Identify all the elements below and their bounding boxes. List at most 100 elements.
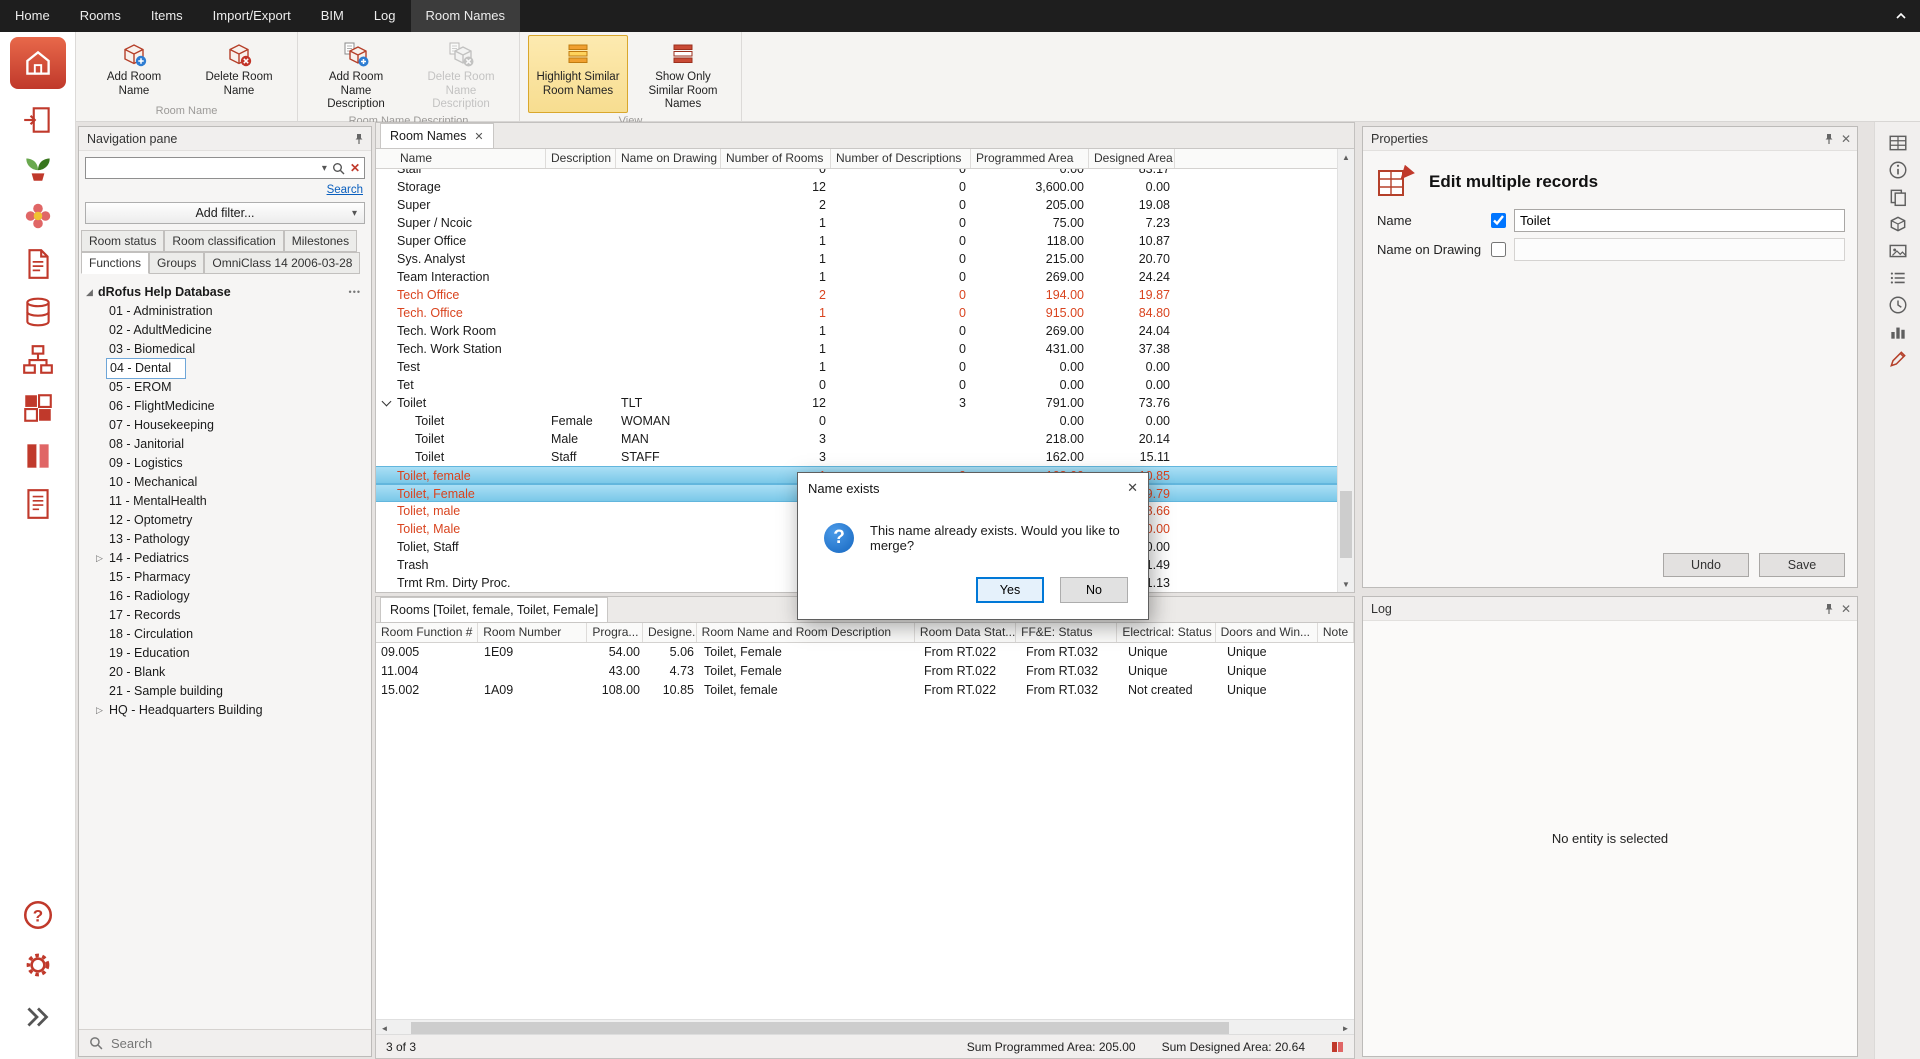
clock-icon[interactable] <box>1888 295 1908 315</box>
scrollbar-thumb[interactable] <box>1340 491 1352 558</box>
tree-item[interactable]: 12 - Optometry <box>79 511 371 530</box>
dialog-titlebar[interactable]: Name exists ✕ <box>798 473 1148 503</box>
tree-item[interactable]: 15 - Pharmacy <box>79 568 371 587</box>
table-row[interactable]: Tech Office 2 0 194.00 19.87 <box>376 286 1354 304</box>
tree-item[interactable]: 01 - Administration <box>79 302 371 321</box>
building-icon[interactable] <box>21 391 55 425</box>
chevron-down-icon[interactable]: ▾ <box>322 163 327 174</box>
flowchart-icon[interactable] <box>21 343 55 377</box>
scroll-up-icon[interactable]: ▲ <box>1338 149 1354 165</box>
column-header-number-of-descriptions[interactable]: Number of Descriptions <box>831 149 971 168</box>
edit-icon[interactable] <box>1888 349 1908 369</box>
grid-icon[interactable] <box>1888 133 1908 153</box>
table-row[interactable]: Tech. Office 1 0 915.00 84.80 <box>376 304 1354 322</box>
no-button[interactable]: No <box>1060 577 1128 603</box>
table-row[interactable]: Sys. Analyst 1 0 215.00 20.70 <box>376 250 1354 268</box>
settings-gear-icon[interactable] <box>21 948 55 982</box>
tree-item[interactable]: 21 - Sample building <box>79 682 371 701</box>
tree-item[interactable]: 07 - Housekeeping <box>79 416 371 435</box>
column-header-room-name[interactable]: Room Name and Room Description <box>697 623 915 642</box>
collapse-ribbon-icon[interactable] <box>1894 9 1908 23</box>
menu-bim[interactable]: BIM <box>306 0 359 32</box>
table-row[interactable]: Team Interaction 1 0 269.00 24.24 <box>376 268 1354 286</box>
delete-room-name-description-button[interactable]: Delete Room Name Description <box>411 35 511 113</box>
tree-item[interactable]: HQ - Headquarters Building <box>79 701 371 720</box>
tab-milestones[interactable]: Milestones <box>284 230 357 252</box>
tree-item[interactable]: 18 - Circulation <box>79 625 371 644</box>
search-icon[interactable] <box>332 162 345 175</box>
table-row[interactable]: Toilet Female WOMAN 0 0.00 0.00 <box>376 412 1354 430</box>
cube-icon[interactable] <box>1888 214 1908 234</box>
table-row[interactable]: Toilet Staff STAFF 3 162.00 15.11 <box>376 448 1354 466</box>
column-header-room-number[interactable]: Room Number <box>478 623 587 642</box>
delete-room-name-button[interactable]: Delete Room Name <box>189 35 289 103</box>
table-row[interactable]: Stall 0 0 0.00 83.17 <box>376 169 1354 178</box>
report-icon[interactable] <box>21 487 55 521</box>
table-row[interactable]: Tet 0 0 0.00 0.00 <box>376 376 1354 394</box>
table-row[interactable]: Super / Ncoic 1 0 75.00 7.23 <box>376 214 1354 232</box>
tree-item[interactable]: 20 - Blank <box>79 663 371 682</box>
bottom-search-input[interactable] <box>111 1036 361 1051</box>
expander-icon[interactable] <box>93 701 106 720</box>
table-row[interactable]: 09.005 1E09 54.00 5.06 Toilet, Female Fr… <box>376 643 1354 662</box>
menu-items[interactable]: Items <box>136 0 198 32</box>
column-header-designed-area[interactable]: Designed Area <box>1089 149 1175 168</box>
close-icon[interactable]: ✕ <box>1127 480 1138 496</box>
database-icon[interactable] <box>21 295 55 329</box>
tab-omniclass[interactable]: OmniClass 14 2006-03-28 <box>204 252 360 274</box>
vertical-scrollbar[interactable]: ▲ ▼ <box>1337 149 1354 592</box>
scrollbar-thumb[interactable] <box>411 1022 1229 1035</box>
column-header-room-data-status[interactable]: Room Data Stat... <box>915 623 1016 642</box>
name-checkbox[interactable] <box>1491 213 1506 228</box>
yes-button[interactable]: Yes <box>976 577 1044 603</box>
expand-chevrons-icon[interactable] <box>21 1000 55 1034</box>
pin-icon[interactable] <box>1823 603 1835 615</box>
highlight-similar-room-names-button[interactable]: Highlight Similar Room Names <box>528 35 628 113</box>
copy-icon[interactable] <box>1888 187 1908 207</box>
table-row[interactable]: Storage 12 0 3,600.00 0.00 <box>376 178 1354 196</box>
column-header-doors-windows[interactable]: Doors and Win... <box>1216 623 1318 642</box>
list-icon[interactable] <box>1888 268 1908 288</box>
table-row[interactable]: Toilet Male MAN 3 218.00 20.14 <box>376 430 1354 448</box>
name-on-drawing-checkbox[interactable] <box>1491 242 1506 257</box>
close-icon[interactable]: ✕ <box>474 130 483 143</box>
column-header-name[interactable]: Name <box>376 149 546 168</box>
tree-item[interactable]: 13 - Pathology <box>79 530 371 549</box>
book-icon[interactable] <box>21 439 55 473</box>
chart-icon[interactable] <box>1888 322 1908 342</box>
more-options-icon[interactable]: ••• <box>349 282 361 302</box>
add-room-name-description-button[interactable]: Add Room Name Description <box>306 35 406 113</box>
table-row[interactable]: Tech. Work Station 1 0 431.00 37.38 <box>376 340 1354 358</box>
pin-icon[interactable] <box>353 133 365 145</box>
menu-home[interactable]: Home <box>0 0 65 32</box>
tree-item[interactable]: 08 - Janitorial <box>79 435 371 454</box>
tree-item[interactable]: 09 - Logistics <box>79 454 371 473</box>
show-only-similar-room-names-button[interactable]: Show Only Similar Room Names <box>633 35 733 113</box>
column-header-electrical-status[interactable]: Electrical: Status <box>1117 623 1215 642</box>
table-row[interactable]: Super 2 0 205.00 19.08 <box>376 196 1354 214</box>
tree-item[interactable]: 10 - Mechanical <box>79 473 371 492</box>
door-icon[interactable] <box>21 103 55 137</box>
table-row[interactable]: Toilet TLT 12 3 791.00 73.76 <box>376 394 1354 412</box>
tree-item[interactable]: 06 - FlightMedicine <box>79 397 371 416</box>
tree-item[interactable]: 04 - Dental <box>79 359 371 378</box>
add-room-name-button[interactable]: Add Room Name <box>84 35 184 103</box>
column-header-number-of-rooms[interactable]: Number of Rooms <box>721 149 831 168</box>
tree-root-item[interactable]: ◢ dRofus Help Database ••• <box>79 282 371 302</box>
tree-item[interactable]: 14 - Pediatrics <box>79 549 371 568</box>
column-header-description[interactable]: Description <box>546 149 616 168</box>
expander-icon[interactable] <box>93 549 106 568</box>
tree-item[interactable]: 02 - AdultMedicine <box>79 321 371 340</box>
tree-item[interactable]: 19 - Education <box>79 644 371 663</box>
document-icon[interactable] <box>21 247 55 281</box>
info-icon[interactable] <box>1888 160 1908 180</box>
search-link[interactable]: Search <box>327 184 363 196</box>
book-status-icon[interactable] <box>1331 1040 1344 1053</box>
table-row[interactable]: Super Office 1 0 118.00 10.87 <box>376 232 1354 250</box>
image-icon[interactable] <box>1888 241 1908 261</box>
help-icon[interactable]: ? <box>21 898 55 932</box>
flower-icon[interactable] <box>21 199 55 233</box>
column-header-ffe-status[interactable]: FF&E: Status <box>1016 623 1117 642</box>
table-row[interactable]: Test 1 0 0.00 0.00 <box>376 358 1354 376</box>
add-filter-dropdown[interactable]: Add filter... ▾ <box>85 202 365 224</box>
